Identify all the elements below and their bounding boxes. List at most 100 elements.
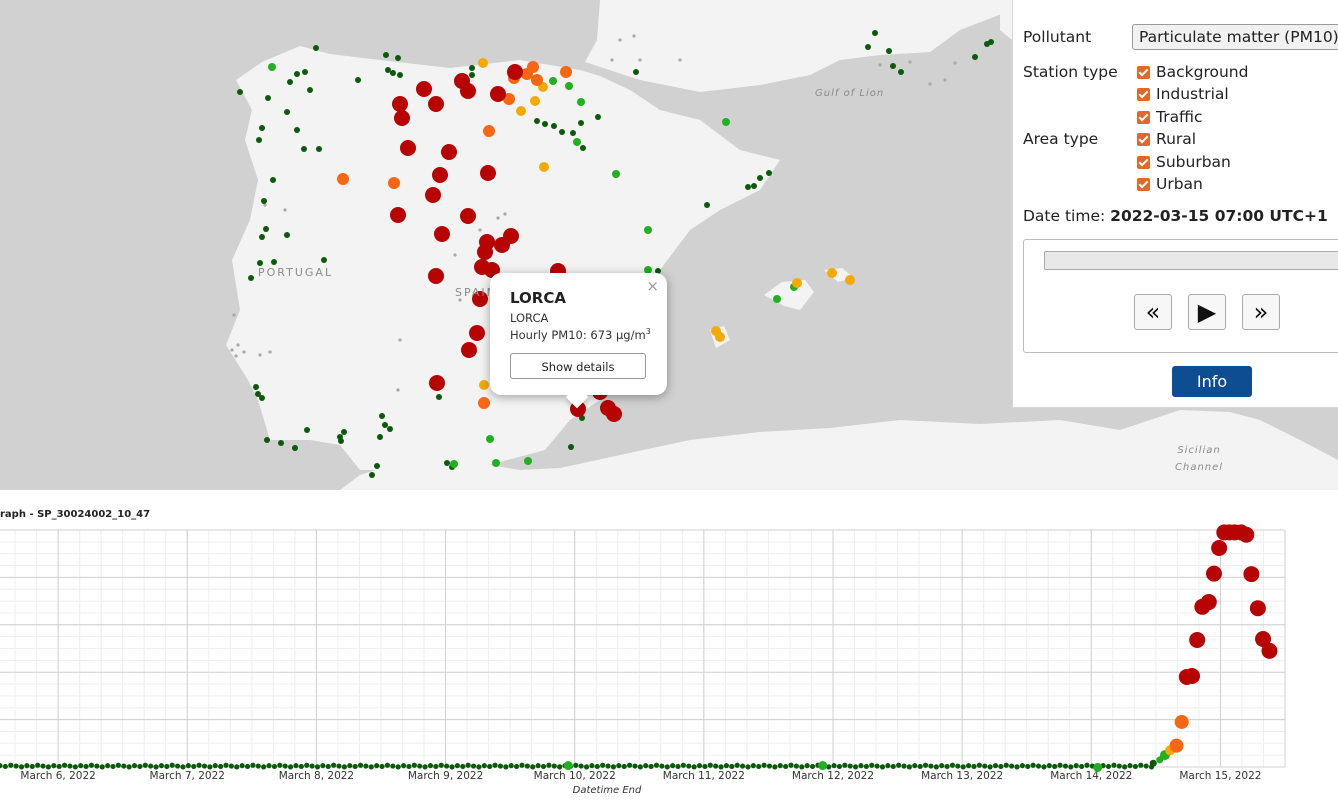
station-marker-good[interactable]: [382, 422, 388, 428]
station-marker-very-poor[interactable]: [428, 96, 444, 112]
chart-point[interactable]: [261, 764, 267, 770]
station-marker-good[interactable]: [264, 437, 270, 443]
chart-point[interactable]: [212, 763, 218, 769]
station-marker-very-poor[interactable]: [477, 244, 493, 260]
station-marker-good[interactable]: [377, 434, 383, 440]
chart-point[interactable]: [271, 763, 278, 770]
chart-point[interactable]: [869, 762, 875, 768]
chart-point[interactable]: [1093, 762, 1103, 772]
chart-point[interactable]: [1068, 764, 1074, 770]
station-marker-good[interactable]: [469, 72, 475, 78]
chart-point[interactable]: [174, 763, 181, 769]
chart-point[interactable]: [148, 763, 154, 769]
station-marker-very-poor[interactable]: [434, 226, 450, 242]
station-marker-good[interactable]: [294, 127, 300, 133]
chart-point[interactable]: [1169, 738, 1184, 753]
chart-point[interactable]: [115, 762, 121, 768]
chart-point[interactable]: [422, 764, 428, 770]
station-marker-inactive[interactable]: [496, 216, 500, 220]
chart-point[interactable]: [653, 762, 660, 768]
chart-point[interactable]: [314, 764, 321, 770]
station-marker-good[interactable]: [397, 72, 403, 78]
station-marker-inactive[interactable]: [678, 58, 682, 62]
chart-point[interactable]: [605, 763, 611, 769]
station-marker-good[interactable]: [387, 426, 393, 432]
chart-point[interactable]: [298, 763, 304, 770]
chart-point[interactable]: [460, 763, 466, 770]
station-marker-inactive[interactable]: [878, 63, 882, 67]
chart-point[interactable]: [51, 763, 57, 769]
station-marker-very-poor[interactable]: [507, 64, 523, 80]
station-marker-fair[interactable]: [549, 77, 557, 85]
chart-point[interactable]: [1041, 764, 1047, 770]
chart-point[interactable]: [594, 763, 600, 770]
station-marker-poor[interactable]: [521, 68, 533, 80]
station-marker-inactive[interactable]: [943, 78, 947, 82]
station-marker-very-poor[interactable]: [606, 406, 622, 422]
station-marker-good[interactable]: [338, 438, 344, 444]
station-marker-good[interactable]: [751, 183, 757, 189]
chart-point[interactable]: [1238, 526, 1255, 543]
chart-point[interactable]: [809, 763, 816, 770]
station-marker-moderate[interactable]: [715, 332, 725, 342]
station-marker-good[interactable]: [580, 145, 586, 151]
chart-point[interactable]: [481, 763, 487, 769]
chart-point[interactable]: [637, 764, 643, 770]
station-marker-good[interactable]: [988, 39, 994, 45]
show-details-button[interactable]: Show details: [510, 353, 646, 379]
chart-point[interactable]: [244, 763, 251, 770]
chart-point[interactable]: [228, 763, 234, 769]
chart-point[interactable]: [621, 763, 627, 770]
station-marker-good[interactable]: [542, 121, 548, 127]
station-marker-inactive[interactable]: [638, 58, 642, 62]
station-marker-moderate[interactable]: [516, 106, 526, 116]
station-marker-poor[interactable]: [337, 173, 349, 185]
chart-point[interactable]: [1184, 667, 1201, 684]
chart-point[interactable]: [374, 763, 380, 769]
chart-point[interactable]: [772, 764, 778, 770]
checkbox-industrial[interactable]: Industrial: [1137, 84, 1229, 104]
chart-point[interactable]: [309, 763, 315, 769]
chart-point[interactable]: [524, 763, 530, 769]
station-marker-good[interactable]: [865, 44, 871, 50]
station-marker-good[interactable]: [278, 440, 284, 446]
chart-point[interactable]: [444, 763, 450, 769]
chart-point[interactable]: [196, 762, 202, 768]
station-marker-very-poor[interactable]: [494, 237, 510, 253]
chart-point[interactable]: [793, 763, 799, 769]
chart-point[interactable]: [804, 763, 810, 769]
station-marker-fair[interactable]: [722, 118, 730, 126]
chart-point[interactable]: [250, 762, 256, 768]
chart-point[interactable]: [847, 763, 853, 769]
station-marker-very-poor[interactable]: [425, 187, 441, 203]
station-marker-poor[interactable]: [531, 74, 543, 86]
station-marker-inactive[interactable]: [396, 388, 400, 392]
station-marker-fair[interactable]: [486, 435, 494, 443]
chart-point[interactable]: [255, 763, 261, 769]
station-marker-good[interactable]: [316, 146, 322, 152]
station-marker-good[interactable]: [704, 202, 710, 208]
chart-point[interactable]: [1149, 759, 1157, 767]
chart-point[interactable]: [67, 763, 73, 769]
checkbox-suburban[interactable]: Suburban: [1137, 152, 1231, 172]
chart-point[interactable]: [702, 763, 708, 770]
chart-point[interactable]: [530, 764, 536, 770]
station-marker-good[interactable]: [757, 175, 763, 181]
station-marker-inactive[interactable]: [242, 350, 246, 354]
chart-point[interactable]: [955, 763, 961, 769]
chart-point[interactable]: [277, 762, 283, 768]
chart-point[interactable]: [368, 764, 374, 770]
station-marker-good[interactable]: [287, 79, 293, 85]
chart-point[interactable]: [153, 764, 159, 770]
chart-point[interactable]: [363, 763, 369, 769]
chart-point[interactable]: [933, 764, 939, 770]
station-marker-good[interactable]: [374, 463, 380, 469]
station-marker-good[interactable]: [444, 460, 450, 466]
station-marker-good[interactable]: [568, 444, 574, 450]
chart-point[interactable]: [1205, 565, 1222, 582]
chart-point[interactable]: [1211, 540, 1228, 557]
chart-point[interactable]: [56, 763, 62, 770]
chart-point[interactable]: [750, 763, 756, 769]
station-marker-inactive[interactable]: [632, 34, 636, 38]
chart-point[interactable]: [890, 763, 896, 770]
